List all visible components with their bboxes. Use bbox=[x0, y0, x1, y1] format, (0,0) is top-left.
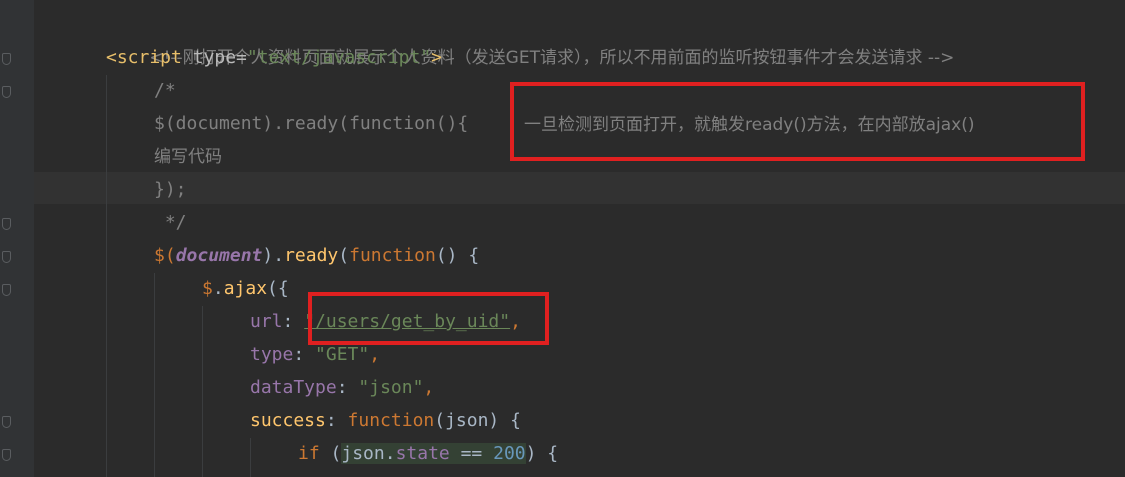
fold-marker-icon[interactable] bbox=[2, 218, 11, 230]
jquery-dollar: $( bbox=[154, 245, 176, 266]
indent-guide bbox=[202, 306, 203, 477]
code-line-9[interactable]: $.ajax({ bbox=[202, 272, 289, 305]
code-line-12[interactable]: dataType: "json", bbox=[250, 371, 434, 404]
punctuation: ). bbox=[262, 245, 285, 266]
indent-guide bbox=[154, 273, 155, 477]
code-line-1[interactable]: <!--刚打开个人资料页面就展示个人资料（发送GET请求），所以不用前面的监听按… bbox=[106, 8, 954, 68]
code-line-5[interactable]: 编写代码 bbox=[154, 140, 222, 173]
punctuation: ) { bbox=[525, 443, 559, 464]
punctuation: . bbox=[212, 278, 224, 299]
code-line-4[interactable]: $(document).ready(function(){ bbox=[154, 107, 468, 140]
state-property: state bbox=[395, 443, 450, 464]
indent-guide bbox=[250, 438, 251, 477]
type-key: type bbox=[250, 344, 294, 365]
success-key: success bbox=[250, 410, 326, 431]
jquery-dollar: $ bbox=[202, 278, 213, 299]
fold-marker-icon[interactable] bbox=[2, 53, 11, 65]
type-attribute: type= bbox=[181, 47, 247, 68]
script-tag-open: <script bbox=[106, 47, 182, 68]
fold-marker-icon[interactable] bbox=[2, 251, 11, 263]
if-keyword: if bbox=[298, 443, 320, 464]
ready-method: ready bbox=[284, 245, 339, 266]
function-params: (json) { bbox=[434, 410, 521, 431]
document-identifier: document bbox=[175, 245, 263, 266]
ajax-method: ajax bbox=[223, 278, 268, 299]
indent-guide bbox=[106, 75, 107, 477]
datatype-key: dataType bbox=[250, 377, 337, 398]
punctuation: ( bbox=[319, 443, 342, 464]
number-literal: 200 bbox=[493, 443, 526, 464]
fold-marker-icon[interactable] bbox=[2, 449, 11, 461]
fold-marker-icon[interactable] bbox=[2, 416, 11, 428]
commented-code: $(document).ready(function(){ bbox=[154, 113, 469, 134]
punctuation: : bbox=[293, 344, 316, 365]
commented-placeholder: 编写代码 bbox=[154, 147, 222, 167]
commented-close: }); bbox=[154, 179, 187, 200]
current-line-highlight bbox=[34, 172, 1125, 204]
punctuation: : bbox=[282, 311, 305, 332]
punctuation: , bbox=[369, 344, 381, 365]
script-tag-close: > bbox=[431, 47, 442, 68]
type-value: "text/javascript" bbox=[246, 47, 432, 68]
function-keyword: function bbox=[349, 245, 436, 266]
code-line-8[interactable]: $(document).ready(function() { bbox=[154, 239, 479, 272]
punctuation: : bbox=[325, 410, 348, 431]
punctuation: () { bbox=[435, 245, 480, 266]
function-keyword: function bbox=[347, 410, 435, 431]
type-value: "GET" bbox=[315, 344, 370, 365]
punctuation: : bbox=[336, 377, 359, 398]
annotation-highlight-box bbox=[510, 82, 1085, 161]
code-line-6[interactable]: }); bbox=[154, 173, 187, 206]
code-line-13[interactable]: success: function(json) { bbox=[250, 404, 521, 437]
code-line-3[interactable]: /* bbox=[154, 74, 176, 107]
fold-marker-icon[interactable] bbox=[2, 284, 11, 296]
code-editor[interactable]: <!--刚打开个人资料页面就展示个人资料（发送GET请求），所以不用前面的监听按… bbox=[0, 0, 1125, 477]
punctuation: ( bbox=[338, 245, 350, 266]
fold-marker-icon[interactable] bbox=[2, 86, 11, 98]
code-line-7[interactable]: */ bbox=[154, 206, 187, 239]
url-key: url bbox=[250, 311, 283, 332]
code-line-2[interactable]: <script type="text/javascript"> bbox=[106, 41, 442, 74]
punctuation: , bbox=[423, 377, 435, 398]
punctuation: ({ bbox=[267, 278, 289, 299]
editor-gutter bbox=[0, 0, 34, 477]
code-line-14[interactable]: if (json.state == 200) { bbox=[298, 437, 558, 470]
url-highlight-box bbox=[308, 292, 549, 345]
datatype-value: "json" bbox=[358, 377, 424, 398]
json-identifier: json. bbox=[341, 443, 396, 464]
block-comment-start: /* bbox=[154, 80, 176, 101]
operator: == bbox=[449, 443, 494, 464]
block-comment-end: */ bbox=[154, 212, 187, 233]
